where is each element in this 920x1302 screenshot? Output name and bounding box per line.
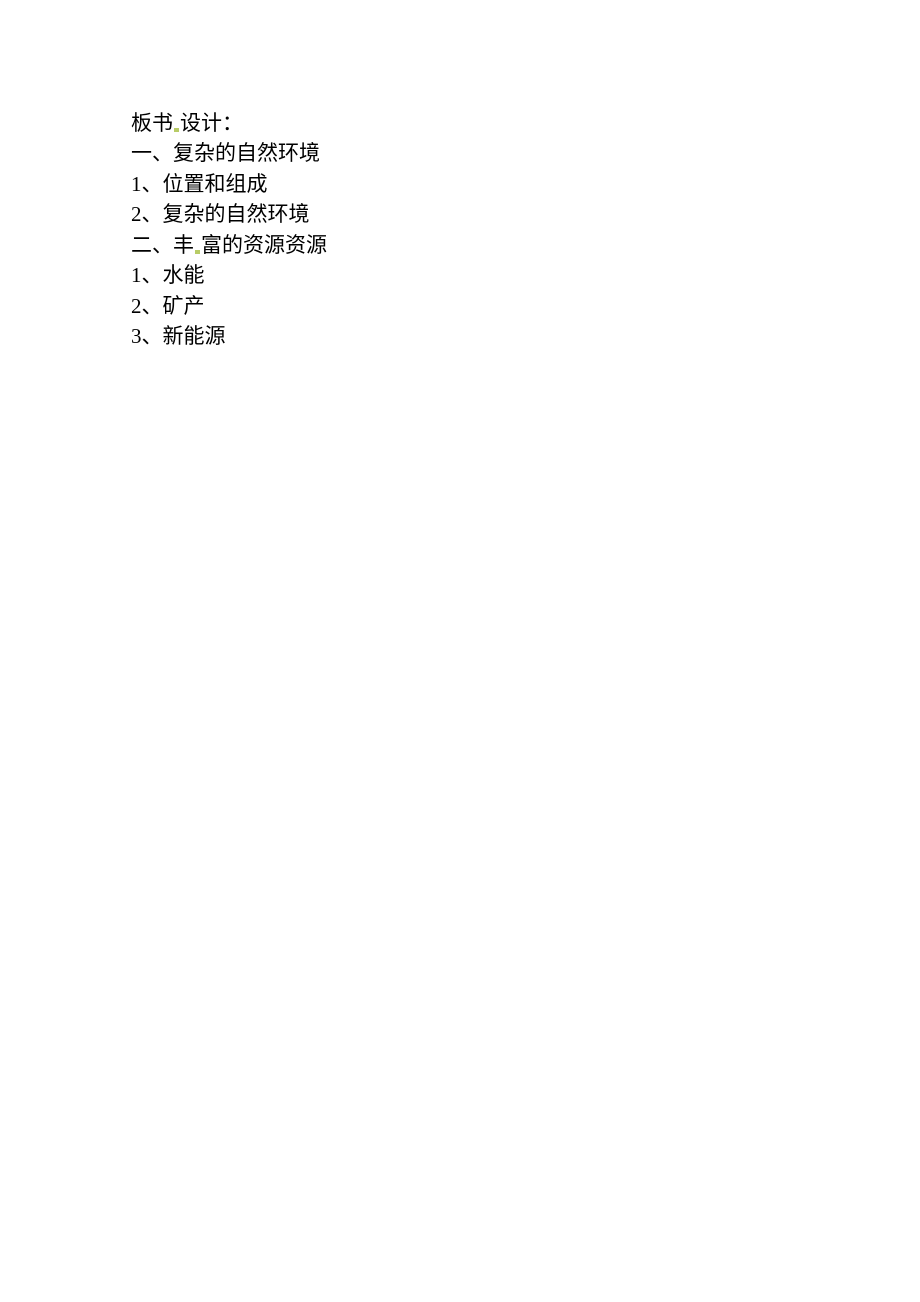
list-item: 1、位置和组成 <box>131 169 920 199</box>
revision-mark-icon <box>195 250 200 254</box>
section-heading: 一、复杂的自然环境 <box>131 138 920 168</box>
title-part2: 设计： <box>180 111 243 135</box>
list-item: 1、水能 <box>131 260 920 290</box>
revision-mark-icon <box>174 128 179 132</box>
list-item: 2、复杂的自然环境 <box>131 199 920 229</box>
title-part1: 板书 <box>131 111 173 135</box>
section-1-item-1: 1、位置和组成 <box>131 172 268 196</box>
section-1-item-2: 2、复杂的自然环境 <box>131 202 310 226</box>
section-1-heading: 一、复杂的自然环境 <box>131 141 320 165</box>
section-2-item-1: 1、水能 <box>131 263 205 287</box>
section-heading: 二、丰富的资源资源 <box>131 230 920 260</box>
section-2-heading-part2: 富的资源资源 <box>201 233 327 257</box>
section-2-item-3: 3、新能源 <box>131 324 226 348</box>
list-item: 3、新能源 <box>131 321 920 351</box>
section-2-heading-part1: 二、丰 <box>131 233 194 257</box>
list-item: 2、矿产 <box>131 291 920 321</box>
title-line: 板书设计： <box>131 108 920 138</box>
section-2-item-2: 2、矿产 <box>131 294 205 318</box>
